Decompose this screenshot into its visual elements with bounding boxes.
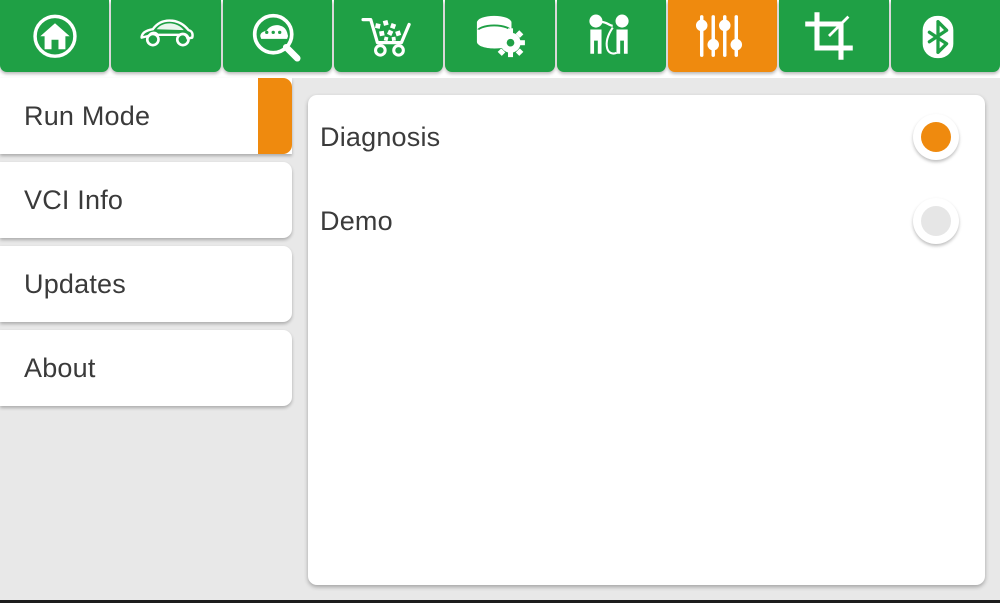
sidebar-item-label: About [24, 352, 96, 383]
tab-screenshot[interactable] [779, 0, 889, 72]
tab-settings[interactable] [667, 0, 778, 72]
sidebar-item-label: VCI Info [24, 184, 124, 215]
tab-vehicle[interactable] [111, 0, 221, 72]
sidebar-item-updates[interactable]: Updates [0, 246, 292, 322]
car-search-icon [247, 12, 307, 62]
radio-dot [921, 206, 951, 236]
shopping-cart-icon [359, 12, 419, 60]
tab-strip [0, 0, 1000, 72]
sidebar-item-label: Run Mode [24, 100, 151, 131]
sidebar-item-label: Updates [24, 268, 126, 299]
database-gear-icon [470, 12, 530, 60]
bluetooth-icon [915, 12, 975, 60]
car-icon [136, 12, 196, 60]
sliders-icon [693, 12, 753, 60]
radio-dot [921, 122, 951, 152]
sidebar-selection-indicator [258, 78, 292, 154]
sidebar: Run Mode VCI Info Updates About [0, 78, 300, 600]
crop-icon [804, 12, 864, 60]
top-tab-bar [0, 0, 1000, 78]
tab-home[interactable] [0, 0, 110, 72]
tab-shop[interactable] [333, 0, 444, 72]
option-row-demo[interactable]: Demo [308, 179, 985, 263]
sidebar-item-about[interactable]: About [0, 330, 292, 406]
option-label: Demo [320, 205, 393, 236]
radio-diagnosis[interactable] [913, 114, 959, 160]
option-label: Diagnosis [320, 121, 441, 152]
home-icon [25, 12, 85, 60]
option-row-diagnosis[interactable]: Diagnosis [308, 95, 985, 179]
app-window: Run Mode VCI Info Updates About Diagnosi… [0, 0, 1000, 603]
sidebar-item-vci-info[interactable]: VCI Info [0, 162, 292, 238]
tab-data[interactable] [445, 0, 555, 72]
tab-support[interactable] [556, 0, 666, 72]
remote-support-icon [581, 12, 641, 60]
tab-bluetooth[interactable] [890, 0, 1000, 72]
run-mode-panel: Diagnosis Demo [308, 95, 985, 585]
tab-diagnose[interactable] [222, 0, 332, 72]
radio-demo[interactable] [913, 198, 959, 244]
sidebar-item-run-mode[interactable]: Run Mode [0, 78, 292, 154]
